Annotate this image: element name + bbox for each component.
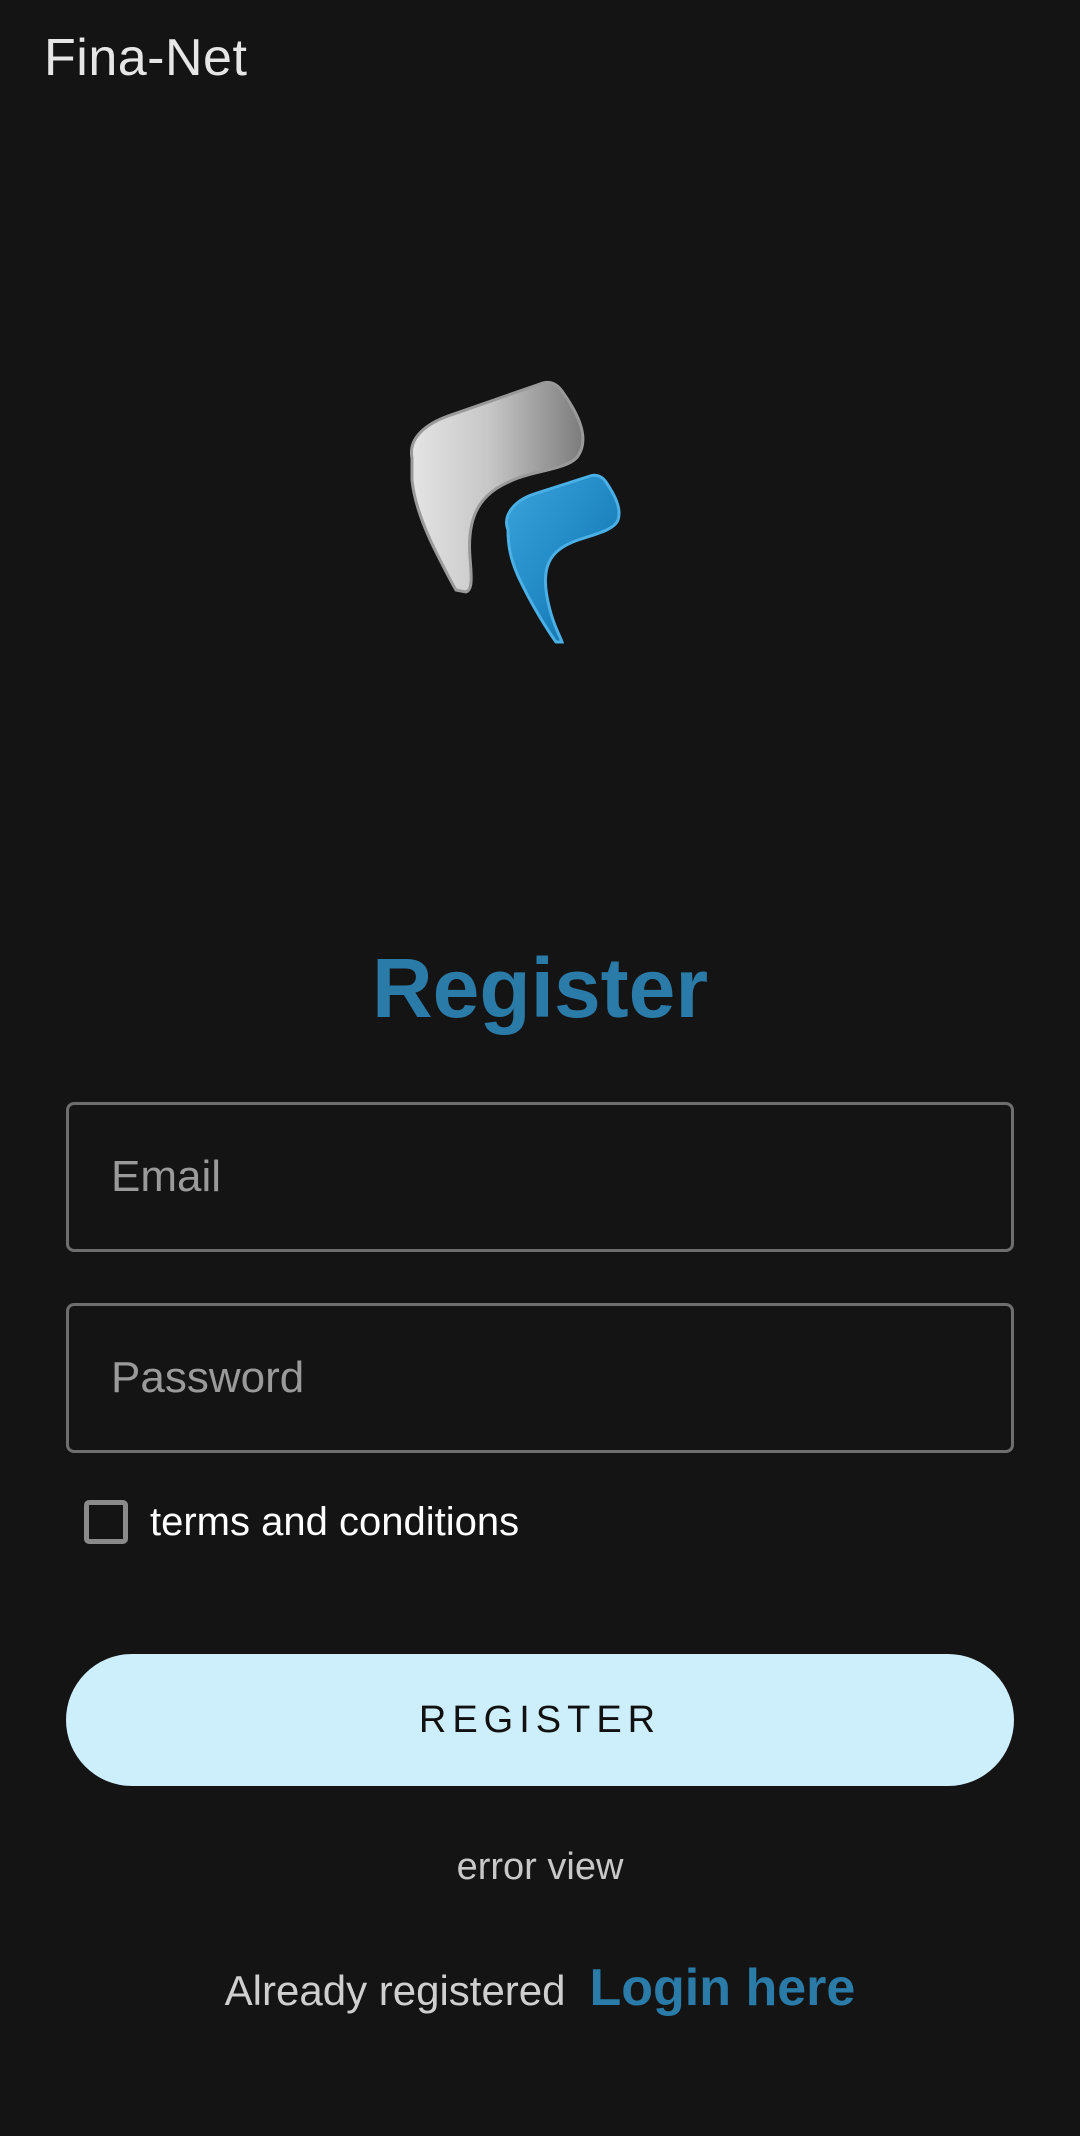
error-view: error view — [456, 1846, 624, 1888]
login-here-link[interactable]: Login here — [590, 1958, 856, 2018]
email-input[interactable] — [69, 1105, 1011, 1249]
register-screen: Fina-Net Register Email terms and condit… — [0, 0, 1080, 2136]
login-row: Already registered Login here — [0, 1958, 1080, 2018]
already-registered-text: Already registered — [224, 1967, 566, 2014]
app-title: Fina-Net — [44, 29, 248, 87]
email-field[interactable] — [66, 1102, 1014, 1252]
register-heading: Register — [371, 941, 709, 1035]
fina-net-logo-icon — [400, 380, 640, 680]
terms-row: terms and conditions — [84, 1496, 519, 1548]
password-input[interactable] — [69, 1306, 1011, 1450]
terms-checkbox[interactable] — [84, 1500, 128, 1544]
register-button[interactable]: REGISTER — [66, 1654, 1014, 1786]
password-field[interactable] — [66, 1303, 1014, 1453]
terms-label[interactable]: terms and conditions — [150, 1500, 519, 1545]
